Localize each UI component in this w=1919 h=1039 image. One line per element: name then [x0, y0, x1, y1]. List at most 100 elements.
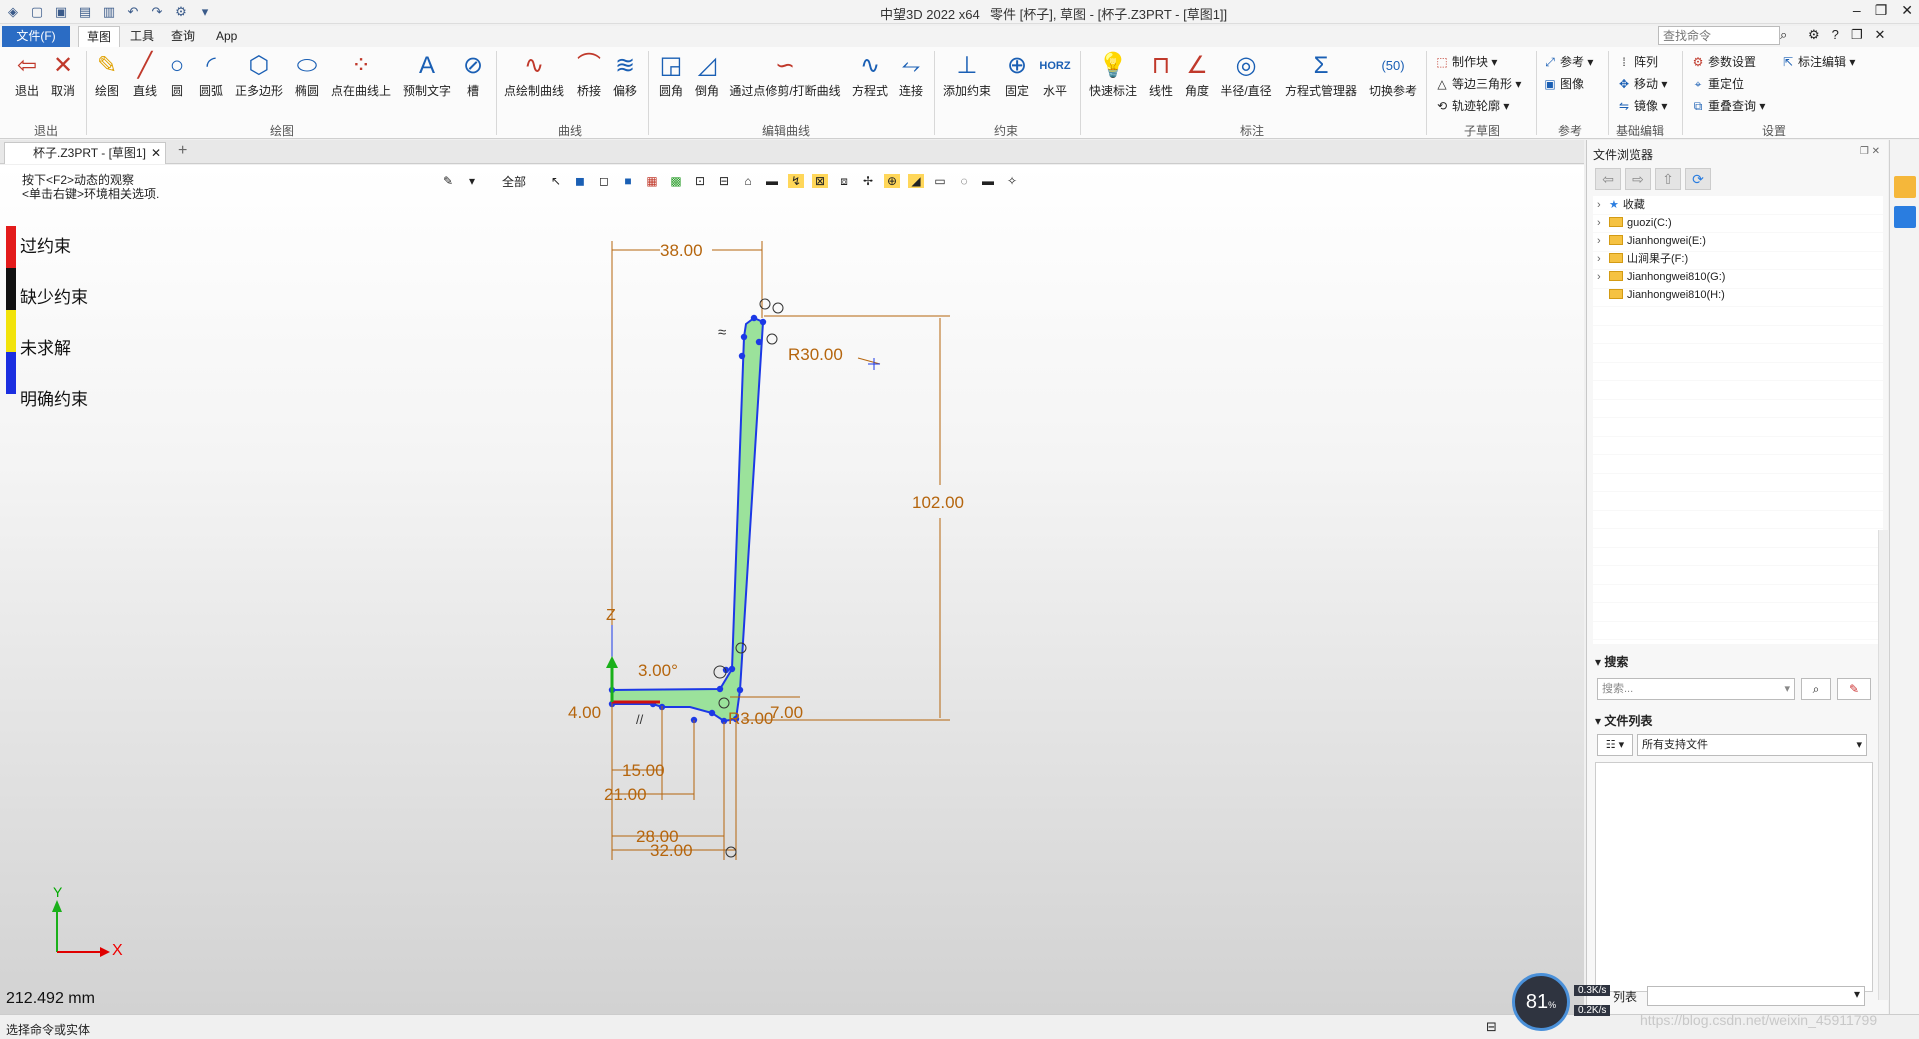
trim-break-button[interactable]: ∽ 通过点修剪/打断曲线: [726, 50, 844, 99]
file-list-section-header[interactable]: ▾ 文件列表: [1595, 712, 1652, 729]
folder-icon[interactable]: [1894, 176, 1916, 198]
command-search-input[interactable]: [1658, 26, 1780, 45]
bottom-list-select[interactable]: ▾: [1647, 986, 1865, 1006]
refresh-icon[interactable]: ⟳: [1685, 168, 1711, 190]
up-icon[interactable]: ⇧: [1655, 168, 1681, 190]
offset-button[interactable]: ≋ 偏移: [608, 50, 642, 99]
save-icon[interactable]: ▤: [76, 3, 94, 21]
status-view-icon[interactable]: ⊟: [1486, 1019, 1497, 1035]
document-tab[interactable]: 杯子.Z3PRT - [草图1] ✕: [4, 142, 166, 164]
minimize-button[interactable]: –: [1853, 2, 1861, 19]
menu-file[interactable]: 文件(F): [2, 26, 70, 47]
line-button[interactable]: ╱ 直线: [128, 50, 162, 99]
chevron-right-icon[interactable]: ›: [1597, 232, 1609, 250]
param-settings-button[interactable]: ⚙ 参数设置: [1690, 53, 1756, 70]
move-button[interactable]: ✥ 移动 ▾: [1616, 75, 1667, 92]
constraint-glyph: [772, 302, 784, 314]
chamfer-button[interactable]: ◿ 倒角: [690, 50, 724, 99]
equation-button[interactable]: ∿ 方程式: [850, 50, 890, 99]
menu-app-tab[interactable]: App: [208, 26, 245, 47]
print-icon[interactable]: ▥: [100, 3, 118, 21]
connect-button[interactable]: ⥊ 连接: [894, 50, 928, 99]
browser-search-field[interactable]: 搜索... ▾: [1597, 678, 1795, 700]
clear-search-button[interactable]: ✎: [1837, 678, 1871, 700]
maximize-button[interactable]: ❐: [1875, 2, 1888, 19]
graphics-viewport[interactable]: 按下<F2>动态的观察 <单击右键>环境相关选项. ✎ ▾ 全部 ↖ ◼ ◻ ■…: [0, 165, 1584, 1014]
angle-dim-button[interactable]: ∠ 角度: [1180, 50, 1214, 99]
chevron-right-icon[interactable]: ›: [1597, 196, 1609, 214]
relocate-icon: ⌖: [1694, 77, 1702, 91]
draw-button[interactable]: ✎ 绘图: [90, 50, 124, 99]
tree-item[interactable]: › Jianhongwei810(G:): [1593, 268, 1883, 286]
toggle-reference-button[interactable]: (50) 切换参考: [1366, 50, 1420, 99]
menu-query-tab[interactable]: 查询: [163, 26, 203, 47]
quick-access-toolbar: ◈ ▢ ▣ ▤ ▥ ↶ ↷ ⚙ ▾: [4, 3, 214, 21]
fillet-button[interactable]: ◲ 圆角: [654, 50, 688, 99]
close-tab-icon[interactable]: ✕: [151, 143, 161, 163]
chevron-right-icon[interactable]: ›: [1597, 268, 1609, 286]
circle-button[interactable]: ○ 圆: [164, 50, 190, 99]
search-icon[interactable]: ⌕: [1780, 27, 1787, 43]
horizontal-button[interactable]: HORZ 水平: [1038, 50, 1072, 99]
equation-manager-button[interactable]: Σ 方程式管理器: [1280, 50, 1362, 99]
make-block-button[interactable]: ⬚ 制作块 ▾: [1434, 53, 1497, 70]
tree-item[interactable]: Jianhongwei810(H:): [1593, 286, 1883, 304]
help-icon[interactable]: ?: [1832, 27, 1839, 43]
open-folder-icon[interactable]: ▣: [52, 3, 70, 21]
arc-button[interactable]: ◜ 圆弧: [194, 50, 228, 99]
point-curve-button[interactable]: ∿ 点绘制曲线: [502, 50, 566, 99]
settings-dropdown-icon[interactable]: ⚙: [172, 3, 190, 21]
ellipse-button[interactable]: ⬭ 椭圆: [290, 50, 324, 99]
tree-item[interactable]: › 山涧果子(F:): [1593, 250, 1883, 268]
overlap-query-button[interactable]: ⧉ 重叠查询 ▾: [1690, 97, 1766, 114]
bridge-button[interactable]: ⌒ 桥接: [572, 50, 606, 99]
menu-tools-tab[interactable]: 工具: [122, 26, 162, 47]
cancel-button[interactable]: ✕ 取消: [46, 50, 80, 99]
quick-dimension-button[interactable]: 💡 快速标注: [1086, 50, 1140, 99]
polygon-button[interactable]: ⬡ 正多边形: [232, 50, 286, 99]
panel-close-icon[interactable]: ✕: [1872, 146, 1880, 157]
slot-button[interactable]: ⊘ 槽: [456, 50, 490, 99]
search-section-header[interactable]: ▾ 搜索: [1595, 653, 1628, 670]
chevron-right-icon[interactable]: ›: [1597, 250, 1609, 268]
panel-scrollbar[interactable]: [1878, 530, 1888, 1000]
tree-item[interactable]: › guozi(C:): [1593, 214, 1883, 232]
close-doc-icon[interactable]: ✕: [1875, 27, 1886, 43]
panel-restore-icon[interactable]: ❐: [1860, 146, 1869, 157]
point-on-curve-button[interactable]: ⁘ 点在曲线上: [328, 50, 394, 99]
view-mode-button[interactable]: ☷ ▾: [1597, 734, 1633, 756]
trace-contour-button[interactable]: ⟲ 轨迹轮廓 ▾: [1434, 97, 1509, 114]
gear-icon[interactable]: ⚙: [1808, 27, 1820, 43]
file-list[interactable]: [1595, 762, 1873, 992]
sketch-canvas[interactable]: 38.00102.00R30.003.00°4.00 R3.007.0015.00…: [0, 165, 1584, 1014]
redo-icon[interactable]: ↷: [148, 3, 166, 21]
equilateral-triangle-button[interactable]: △ 等边三角形 ▾: [1434, 75, 1521, 92]
tool-palette-icon[interactable]: [1894, 206, 1916, 228]
new-tab-button[interactable]: +: [178, 142, 187, 160]
menu-sketch-tab[interactable]: 草图: [78, 26, 121, 47]
restore-icon[interactable]: ❐: [1851, 27, 1863, 43]
chevron-right-icon[interactable]: ›: [1597, 214, 1609, 232]
add-constraint-button[interactable]: ⊥ 添加约束: [940, 50, 994, 99]
mirror-button[interactable]: ⇋ 镜像 ▾: [1616, 97, 1667, 114]
tree-item[interactable]: › ★ 收藏: [1593, 196, 1883, 214]
exit-button[interactable]: ⇦ 退出: [10, 50, 44, 99]
file-type-filter[interactable]: 所有支持文件 ▾: [1637, 734, 1867, 756]
forward-icon[interactable]: ⇨: [1625, 168, 1651, 190]
browser-search-button[interactable]: ⌕: [1801, 678, 1831, 700]
linear-dim-button[interactable]: ⊓ 线性: [1144, 50, 1178, 99]
more-dropdown-icon[interactable]: ▾: [196, 3, 214, 21]
array-button[interactable]: ⁞ 阵列: [1616, 53, 1658, 70]
undo-icon[interactable]: ↶: [124, 3, 142, 21]
reference-button[interactable]: ⤢ 参考 ▾: [1542, 53, 1593, 70]
fix-button[interactable]: ⊕ 固定: [1000, 50, 1034, 99]
pre-text-button[interactable]: A 预制文字: [400, 50, 454, 99]
radius-dim-button[interactable]: ◎ 半径/直径: [1216, 50, 1276, 99]
dim-edit-button[interactable]: ⇱ 标注编辑 ▾: [1780, 53, 1855, 70]
image-button[interactable]: ▣ 图像: [1542, 75, 1584, 92]
close-window-button[interactable]: ✕: [1901, 2, 1913, 19]
relocate-button[interactable]: ⌖ 重定位: [1690, 75, 1744, 92]
new-file-icon[interactable]: ▢: [28, 3, 46, 21]
tree-item[interactable]: › Jianhongwei(E:): [1593, 232, 1883, 250]
back-icon[interactable]: ⇦: [1595, 168, 1621, 190]
